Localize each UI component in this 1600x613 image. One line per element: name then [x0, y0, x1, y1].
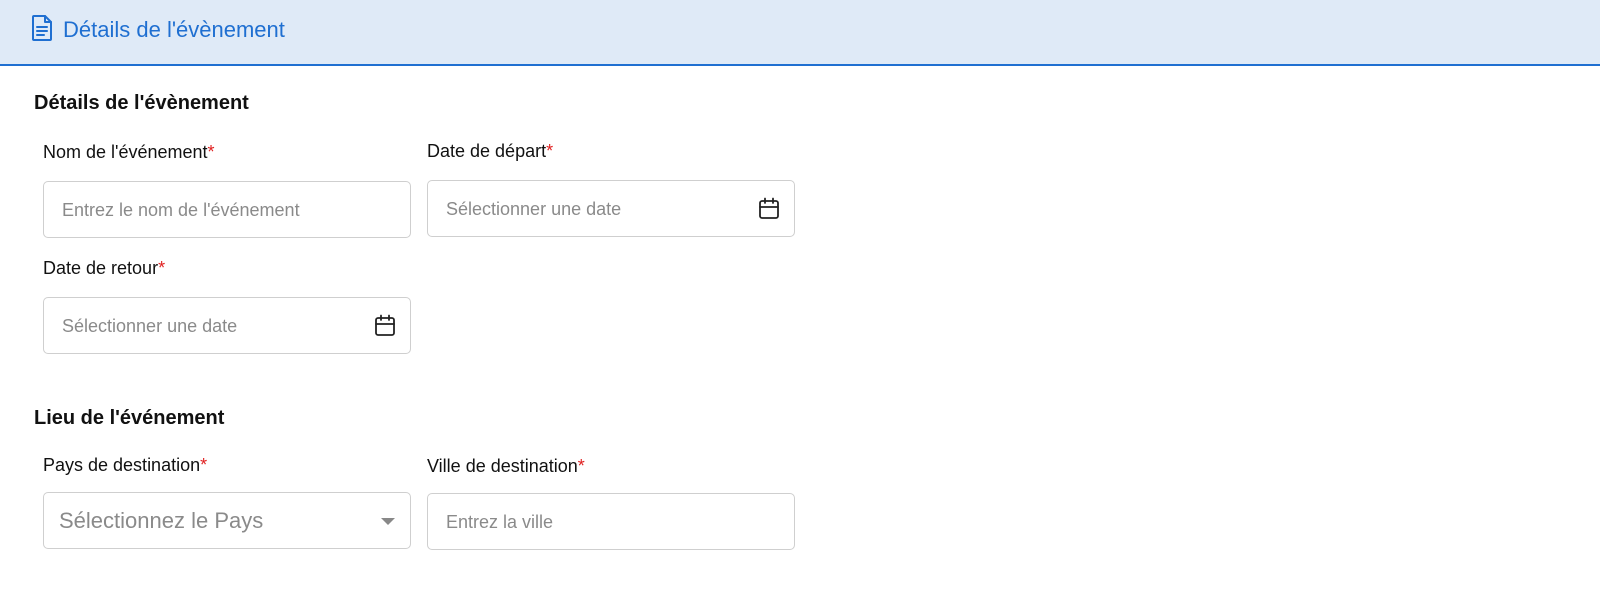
departure-date-placeholder: Sélectionner une date — [446, 199, 622, 219]
city-label-text: Ville de destination — [427, 456, 578, 476]
chevron-down-icon[interactable] — [381, 518, 395, 525]
event-name-input[interactable]: Entrez le nom de l'événement — [43, 181, 411, 238]
document-icon — [32, 15, 52, 41]
section-title-details: Détails de l'évènement — [34, 92, 249, 114]
country-label: Pays de destination* — [43, 454, 207, 476]
departure-date-label: Date de départ* — [427, 140, 553, 162]
required-marker: * — [577, 456, 585, 476]
event-name-label: Nom de l'événement* — [43, 141, 215, 163]
panel-title: Détails de l'évènement — [63, 17, 285, 42]
panel-header: Détails de l'évènement — [0, 0, 1600, 66]
calendar-icon[interactable] — [758, 197, 780, 221]
required-marker: * — [158, 258, 166, 278]
return-date-placeholder: Sélectionner une date — [62, 316, 238, 336]
required-marker: * — [207, 142, 215, 162]
country-select-placeholder: Sélectionnez le Pays — [59, 508, 264, 533]
city-placeholder: Entrez la ville — [446, 512, 554, 532]
calendar-icon[interactable] — [374, 314, 396, 338]
return-date-label-text: Date de retour — [43, 258, 159, 278]
return-date-label: Date de retour* — [43, 257, 165, 279]
country-select[interactable]: Sélectionnez le Pays — [43, 492, 411, 549]
required-marker: * — [200, 455, 208, 475]
city-label: Ville de destination* — [427, 455, 585, 477]
required-marker: * — [546, 141, 554, 161]
departure-date-label-text: Date de départ — [427, 141, 547, 161]
section-title-location: Lieu de l'événement — [34, 407, 225, 429]
return-date-input[interactable]: Sélectionner une date — [43, 297, 411, 354]
event-name-placeholder: Entrez le nom de l'événement — [62, 200, 300, 220]
city-input[interactable]: Entrez la ville — [427, 493, 795, 550]
event-name-label-text: Nom de l'événement — [43, 142, 208, 162]
departure-date-input[interactable]: Sélectionner une date — [427, 180, 795, 237]
country-label-text: Pays de destination — [43, 455, 201, 475]
